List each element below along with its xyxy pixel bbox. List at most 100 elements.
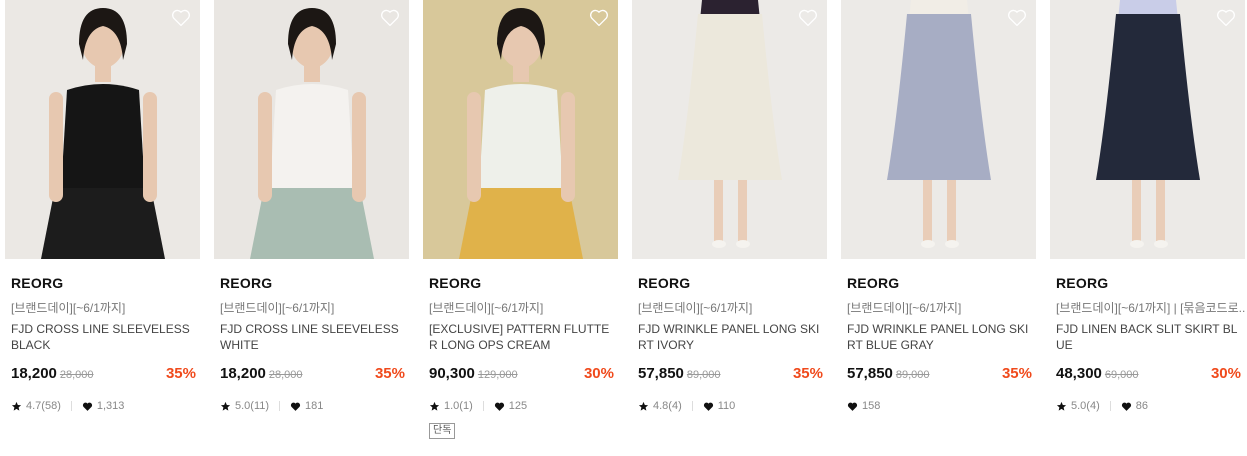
product-name[interactable]: FJD CROSS LINE SLEEVELESS BLACK (5, 321, 200, 355)
price-row: 90,300 129,000 30% (423, 365, 618, 385)
rating: 1.0(1) (429, 400, 494, 412)
price-row: 48,300 69,000 30% (1050, 365, 1245, 385)
product-name[interactable]: FJD LINEN BACK SLIT SKIRT BLUE (1050, 321, 1245, 355)
discount-rate: 35% (792, 365, 823, 382)
wishlist-heart-icon[interactable] (1216, 8, 1236, 27)
product-card[interactable]: REORG [브랜드데이][~6/1까지] | [묶음코드로... FJD LI… (1050, 0, 1245, 439)
product-image[interactable] (423, 0, 618, 259)
brand-name[interactable]: REORG (5, 275, 200, 293)
star-icon (220, 401, 231, 412)
product-photo (214, 0, 409, 259)
product-image[interactable] (632, 0, 827, 259)
brand-name[interactable]: REORG (214, 275, 409, 293)
divider (691, 401, 693, 411)
rating: 4.8(4) (638, 400, 703, 412)
likes: 125 (494, 400, 527, 412)
product-card[interactable]: REORG [브랜드데이][~6/1까지] FJD WRINKLE PANEL … (841, 0, 1036, 439)
heart-icon (1121, 401, 1132, 412)
likes-count: 125 (508, 400, 528, 412)
product-grid: REORG [브랜드데이][~6/1까지] FJD CROSS LINE SLE… (5, 0, 1245, 439)
likes-count: 86 (1135, 400, 1148, 412)
promo-label: [브랜드데이][~6/1까지] (429, 301, 544, 315)
product-name[interactable]: FJD WRINKLE PANEL LONG SKIRT IVORY (632, 321, 827, 355)
product-meta: 1.0(1) 125 (423, 399, 618, 413)
heart-icon (290, 401, 301, 412)
likes: 110 (703, 400, 736, 412)
rating: 4.7(58) (11, 400, 82, 412)
product-meta: 5.0(4) 86 (1050, 399, 1245, 413)
promo-label: [브랜드데이][~6/1까지] (220, 301, 335, 315)
likes-count: 158 (862, 400, 881, 412)
divider (482, 401, 484, 411)
discount-rate: 35% (1001, 365, 1032, 382)
discount-rate: 30% (583, 365, 614, 382)
product-card[interactable]: REORG [브랜드데이][~6/1까지] FJD CROSS LINE SLE… (214, 0, 409, 439)
brand-name[interactable]: REORG (841, 275, 1036, 293)
divider (70, 401, 72, 411)
product-image[interactable] (5, 0, 200, 259)
price-row: 18,200 28,000 35% (5, 365, 200, 385)
rating-text: 5.0(11) (235, 400, 270, 412)
original-price: 69,000 (1104, 369, 1139, 381)
product-photo (632, 0, 827, 259)
star-icon (429, 401, 440, 412)
price-row: 18,200 28,000 35% (214, 365, 409, 385)
product-name[interactable]: FJD CROSS LINE SLEEVELESS WHITE (214, 321, 409, 355)
original-price: 129,000 (477, 369, 518, 381)
wishlist-heart-icon[interactable] (798, 8, 818, 27)
likes-count: 1,313 (96, 400, 125, 412)
product-card[interactable]: REORG [브랜드데이][~6/1까지] FJD WRINKLE PANEL … (632, 0, 827, 439)
rating-text: 1.0(1) (444, 400, 473, 412)
price-row: 57,850 89,000 35% (632, 365, 827, 385)
likes: 158 (847, 400, 880, 412)
heart-icon (82, 401, 93, 412)
discount-rate: 30% (1210, 365, 1241, 382)
product-image[interactable] (214, 0, 409, 259)
heart-icon (847, 401, 858, 412)
star-icon (1056, 401, 1067, 412)
product-name[interactable]: [EXCLUSIVE] PATTERN FLUTTER LONG OPS CRE… (423, 321, 618, 355)
price-row: 57,850 89,000 35% (841, 365, 1036, 385)
product-image[interactable] (1050, 0, 1245, 259)
product-photo (1050, 0, 1245, 259)
likes-count: 181 (305, 400, 324, 412)
product-meta: 4.7(58) 1,313 (5, 399, 200, 413)
product-card[interactable]: REORG [브랜드데이][~6/1까지] FJD CROSS LINE SLE… (5, 0, 200, 439)
star-icon (11, 401, 22, 412)
original-price: 28,000 (268, 369, 303, 381)
product-meta: 158 (841, 399, 1036, 413)
rating-text: 4.8(4) (653, 400, 682, 412)
product-card[interactable]: REORG [브랜드데이][~6/1까지] [EXCLUSIVE] PATTER… (423, 0, 618, 439)
product-photo (423, 0, 618, 259)
product-photo (5, 0, 200, 259)
brand-name[interactable]: REORG (423, 275, 618, 293)
rating-text: 5.0(4) (1071, 400, 1100, 412)
sale-price: 18,200 (11, 365, 57, 382)
promo-label: [브랜드데이][~6/1까지] (638, 301, 753, 315)
likes: 1,313 (82, 400, 125, 412)
likes: 181 (290, 400, 323, 412)
product-meta: 5.0(11) 181 (214, 399, 409, 413)
product-image[interactable] (841, 0, 1036, 259)
promo-label: [브랜드데이][~6/1까지] (11, 301, 126, 315)
wishlist-heart-icon[interactable] (380, 8, 400, 27)
rating-text: 4.7(58) (26, 400, 61, 412)
promo-label: [브랜드데이][~6/1까지] | [묶음코드로... (1056, 301, 1245, 315)
brand-name[interactable]: REORG (1050, 275, 1245, 293)
divider (1109, 401, 1111, 411)
sale-price: 90,300 (429, 365, 475, 382)
sale-price: 48,300 (1056, 365, 1102, 382)
star-icon (638, 401, 649, 412)
likes-count: 110 (717, 400, 736, 412)
sale-price: 18,200 (220, 365, 266, 382)
wishlist-heart-icon[interactable] (1007, 8, 1027, 27)
divider (279, 401, 281, 411)
brand-name[interactable]: REORG (632, 275, 827, 293)
wishlist-heart-icon[interactable] (171, 8, 191, 27)
heart-icon (703, 401, 714, 412)
discount-rate: 35% (374, 365, 405, 382)
exclusive-tag: 단독 (429, 423, 456, 439)
wishlist-heart-icon[interactable] (589, 8, 609, 27)
sale-price: 57,850 (638, 365, 684, 382)
product-name[interactable]: FJD WRINKLE PANEL LONG SKIRT BLUE GRAY (841, 321, 1036, 355)
